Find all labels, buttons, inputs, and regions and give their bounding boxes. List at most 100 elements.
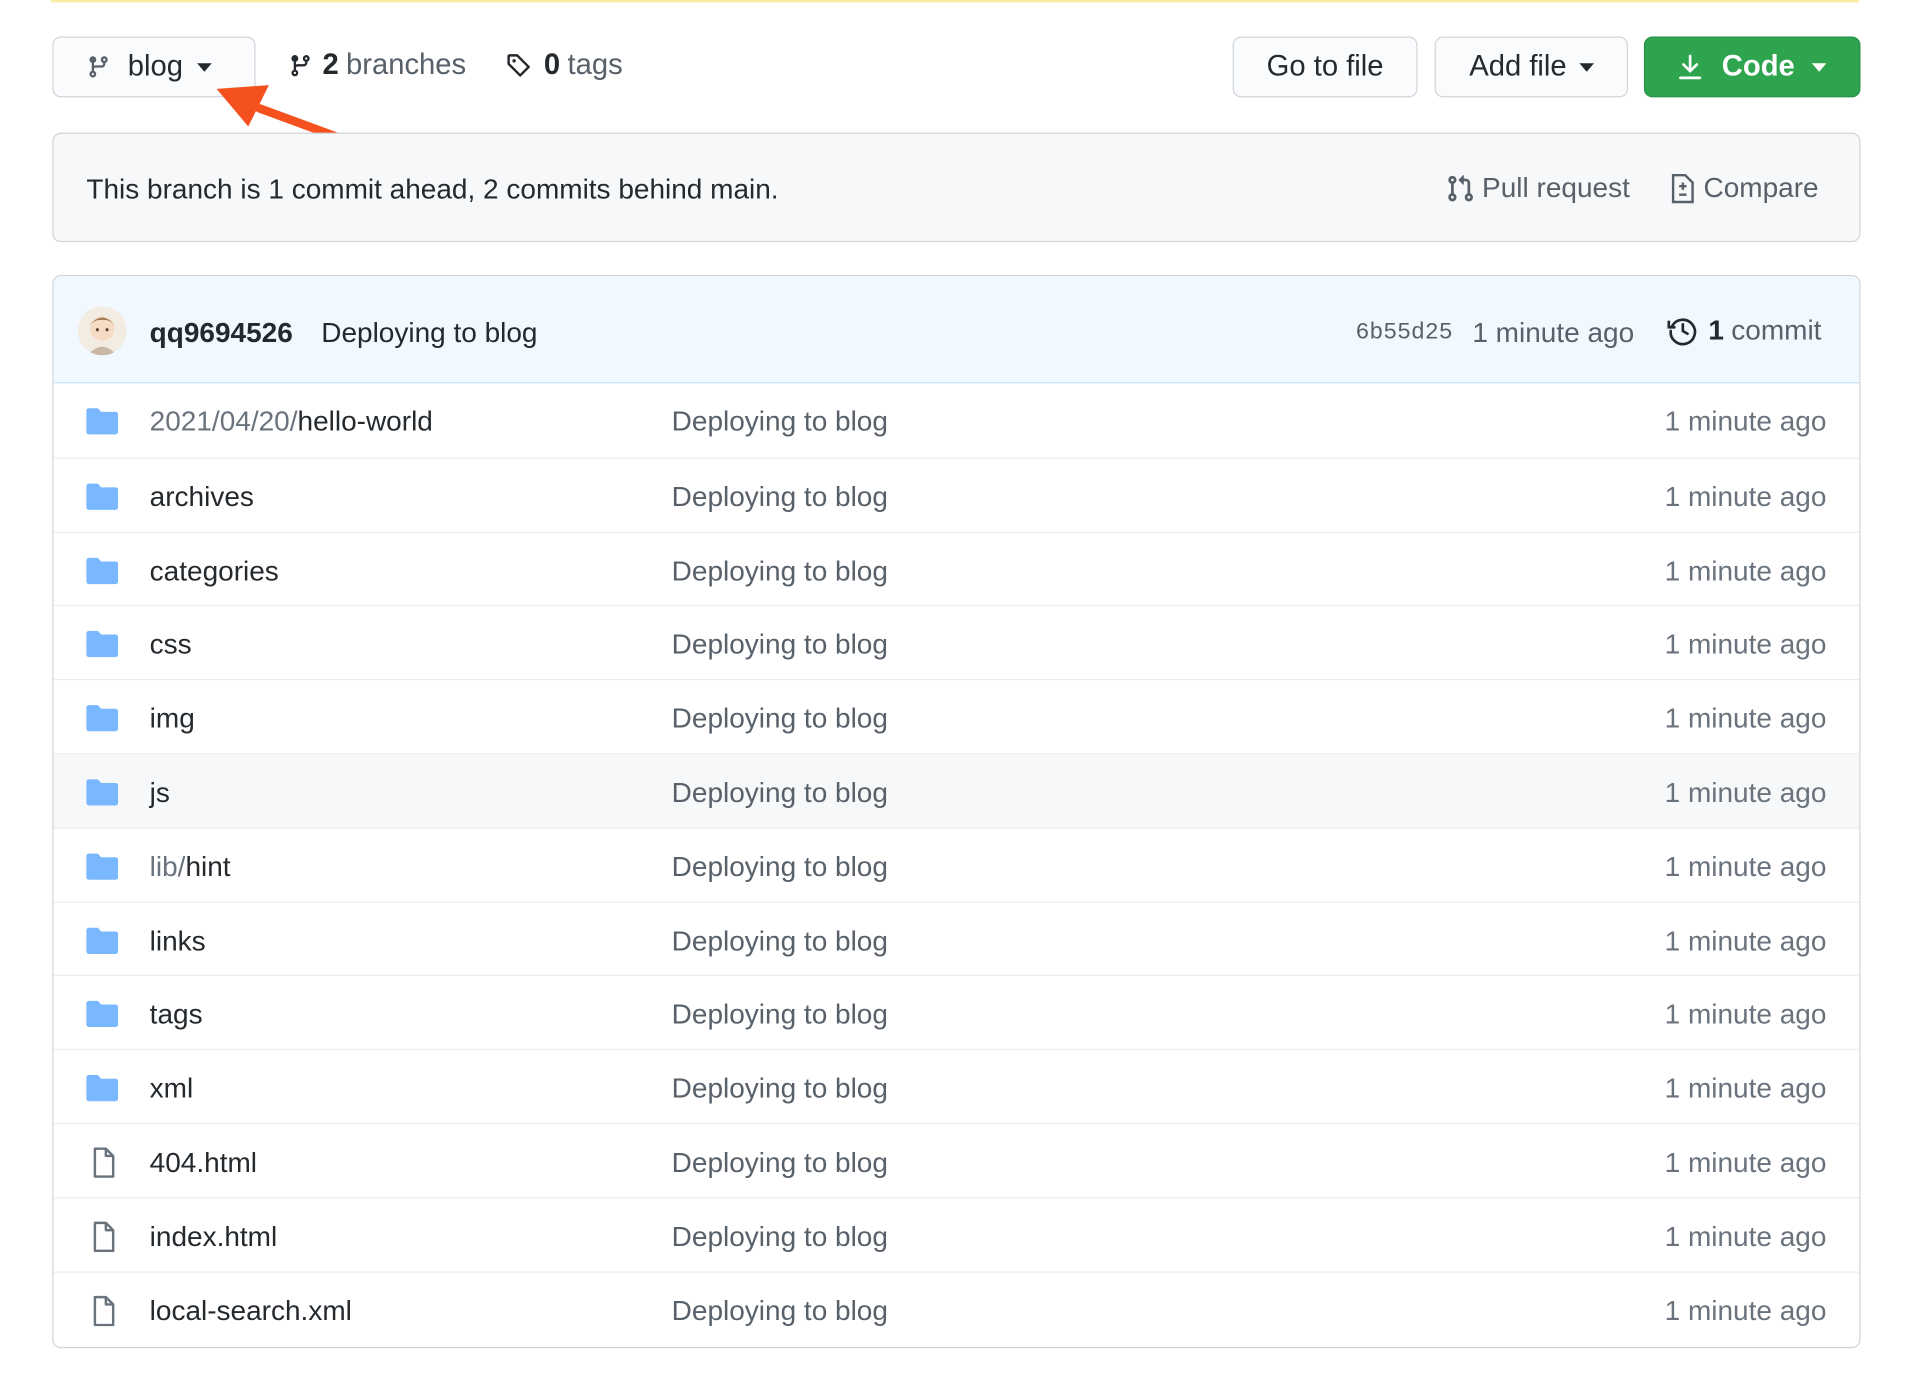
file-commit-message[interactable]: Deploying to blog [672,628,888,661]
file-icon [93,1221,115,1252]
file-name-link[interactable]: js [150,776,170,809]
file-commit-message[interactable]: Deploying to blog [672,554,888,587]
file-icon [93,1295,115,1326]
folder-icon [86,631,119,658]
file-row[interactable]: js Deploying to blog 1 minute ago [53,753,1860,828]
code-label: Code [1721,49,1795,83]
folder-icon [86,1001,119,1028]
file-commit-age: 1 minute ago [1664,1220,1827,1252]
file-name: archives [149,480,254,513]
file-row[interactable]: links Deploying to blog 1 minute ago [53,901,1860,975]
file-row[interactable]: 2021/04/20/hello-world Deploying to blog 1… [54,383,1860,457]
file-commit-message[interactable]: Deploying to blog [672,405,888,438]
file-name-link[interactable]: links [150,924,206,957]
file-commit-age: 1 minute ago [1664,480,1827,513]
folder-icon [86,705,119,732]
download-icon [1679,54,1702,80]
file-commit-age: 1 minute ago [1664,1146,1827,1178]
file-name: img [149,702,195,734]
branch-status-banner: This branch is 1 commit ahead, 2 commits… [52,132,1861,243]
file-commit-message[interactable]: Deploying to blog [672,850,888,883]
file-name-link[interactable]: archives [150,480,254,513]
file-list: 2021/04/20/hello-world Deploying to blog 1… [53,383,1860,1345]
file-name: index.html [149,1220,278,1252]
file-name: xml [149,1072,194,1104]
file-name-link[interactable]: img [150,702,195,735]
commit-sha[interactable]: 6b55d25 [1356,319,1453,346]
file-commit-message[interactable]: Deploying to blog [672,1072,888,1105]
file-name: hint [185,850,231,882]
file-commit-age: 1 minute ago [1664,405,1827,437]
file-row[interactable]: 404.html Deploying to blog 1 minute ago [53,1123,1860,1197]
go-to-file-button[interactable]: Go to file [1232,36,1418,98]
add-file-button[interactable]: Add file [1434,36,1629,98]
compare-link[interactable]: Compare [1669,171,1819,205]
file-name: local-search.xml [149,1294,352,1326]
commit-time: 1 minute ago [1472,316,1635,349]
file-path-prefix: lib/ [149,850,186,882]
pull-request-icon [1448,174,1473,201]
file-row[interactable]: lib/hint Deploying to blog 1 minute ago [53,827,1860,901]
avatar[interactable] [77,306,127,356]
file-name-link[interactable]: index.html [150,1220,278,1253]
file-commit-message[interactable]: Deploying to blog [672,924,888,957]
file-name: 404.html [149,1146,258,1178]
compare-icon [1671,173,1694,203]
file-row[interactable]: xml Deploying to blog 1 minute ago [53,1049,1860,1123]
file-commit-age: 1 minute ago [1664,776,1827,808]
file-commit-message[interactable]: Deploying to blog [672,1294,888,1327]
compare-label: Compare [1703,171,1819,204]
commit-author[interactable]: qq9694526 [150,316,293,349]
file-name: js [149,776,170,808]
file-row[interactable]: img Deploying to blog 1 minute ago [53,679,1860,753]
branch-status-text: This branch is 1 commit ahead, 2 commits… [86,172,779,205]
file-commit-age: 1 minute ago [1664,924,1827,956]
add-file-label: Add file [1469,49,1567,83]
file-commit-message[interactable]: Deploying to blog [672,480,888,513]
file-icon [93,1147,115,1178]
folder-icon [86,853,119,880]
file-row[interactable]: archives Deploying to blog 1 minute ago [53,457,1860,531]
avatar-icon [77,306,127,356]
pull-request-label: Pull request [1482,171,1630,204]
file-name-link[interactable]: xml [150,1072,194,1105]
file-name: links [149,924,206,956]
tags-link[interactable]: 0 tags [505,49,623,83]
chevron-down-icon [1578,62,1594,72]
code-button[interactable]: Code [1643,36,1861,98]
file-row[interactable]: local-search.xml Deploying to blog 1 minut… [53,1271,1860,1345]
file-commit-message[interactable]: Deploying to blog [672,1146,888,1179]
folder-icon [86,557,119,584]
git-branch-icon [89,56,108,78]
file-commit-message[interactable]: Deploying to blog [672,776,888,809]
file-name-link[interactable]: 404.html [150,1146,257,1179]
chevron-down-icon [197,62,213,72]
pull-request-link[interactable]: Pull request [1446,172,1630,205]
file-row[interactable]: categories Deploying to blog 1 minute ago [53,531,1860,605]
file-name-link[interactable]: lib/hint [150,850,231,883]
file-row[interactable]: css Deploying to blog 1 minute ago [53,605,1860,679]
commit-count: 1 [1708,313,1724,346]
file-row[interactable]: tags Deploying to blog 1 minute ago [53,975,1860,1049]
file-name-link[interactable]: tags [150,998,203,1031]
folder-icon [86,779,119,806]
file-commit-age: 1 minute ago [1664,628,1827,660]
file-row[interactable]: index.html Deploying to blog 1 minute ago [53,1197,1860,1271]
file-name-link[interactable]: local-search.xml [150,1294,352,1327]
file-name: categories [149,554,279,587]
file-path-prefix: 2021/04/20/ [149,405,298,437]
file-name-link[interactable]: categories [150,554,279,587]
folder-icon [86,1075,119,1102]
file-commit-message[interactable]: Deploying to blog [672,702,888,735]
folder-icon [86,483,119,510]
commit-message[interactable]: Deploying to blog [321,316,537,349]
file-name-link[interactable]: 2021/04/20/hello-world [150,405,433,438]
folder-icon [86,927,119,954]
file-name-link[interactable]: css [150,628,192,661]
file-commit-message[interactable]: Deploying to blog [672,998,888,1031]
file-commit-message[interactable]: Deploying to blog [672,1220,888,1253]
commit-history-link[interactable]: 1 commit [1667,314,1821,347]
file-name: css [149,628,192,660]
file-name: hello-world [297,405,433,437]
history-icon [1667,317,1697,345]
